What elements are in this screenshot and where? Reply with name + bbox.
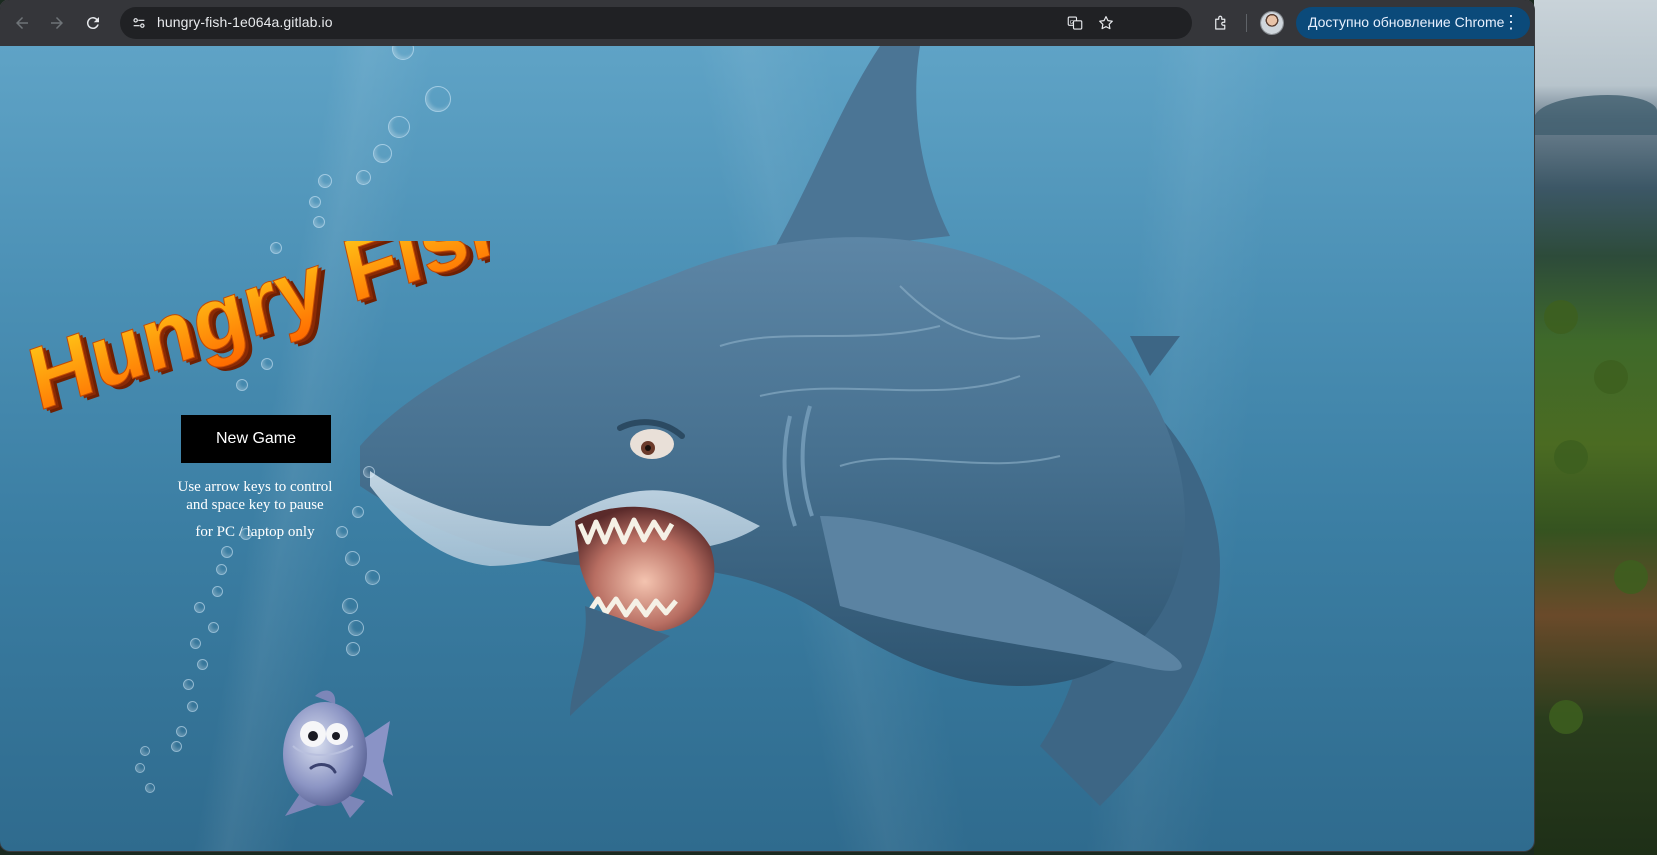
bubble bbox=[135, 763, 145, 773]
instruction-line: and space key to pause bbox=[186, 497, 324, 513]
address-bar[interactable]: hungry-fish-1e064a.gitlab.io G bbox=[120, 7, 1192, 39]
svg-text:G: G bbox=[1070, 20, 1074, 26]
bubble bbox=[342, 598, 358, 614]
bubble bbox=[212, 586, 223, 597]
chrome-update-button[interactable]: Доступно обновление Chrome ⋮ bbox=[1296, 7, 1530, 39]
profile-avatar[interactable] bbox=[1261, 12, 1283, 34]
bubble bbox=[216, 564, 227, 575]
reload-icon[interactable] bbox=[79, 9, 107, 37]
bubble bbox=[365, 570, 380, 585]
bubble bbox=[356, 170, 371, 185]
instructions: Use arrow keys to control and space key … bbox=[155, 478, 355, 541]
game-title: Hungry Fish bbox=[20, 241, 490, 430]
bubble bbox=[183, 679, 194, 690]
wallpaper-tree bbox=[1544, 300, 1578, 334]
bubble bbox=[425, 86, 451, 112]
wallpaper-tree bbox=[1554, 440, 1588, 474]
bubble bbox=[388, 116, 410, 138]
back-arrow-icon[interactable] bbox=[8, 9, 36, 37]
wallpaper-tree bbox=[1594, 360, 1628, 394]
bubble bbox=[171, 741, 182, 752]
bubble bbox=[313, 216, 325, 228]
platform-note: for PC / laptop only bbox=[195, 524, 315, 540]
bubble bbox=[190, 638, 201, 649]
wallpaper-tree bbox=[1614, 560, 1648, 594]
game-viewport[interactable]: Hungry Fish Hungry Fish Hungry Fish New … bbox=[0, 46, 1534, 851]
wallpaper-tree bbox=[1549, 700, 1583, 734]
site-settings-icon[interactable] bbox=[128, 12, 150, 34]
update-label: Доступно обновление Chrome bbox=[1308, 14, 1505, 30]
url-text[interactable]: hungry-fish-1e064a.gitlab.io bbox=[157, 14, 333, 30]
forward-arrow-icon[interactable] bbox=[43, 9, 71, 37]
bubble bbox=[348, 620, 364, 636]
bubble bbox=[197, 659, 208, 670]
bubble bbox=[346, 642, 360, 656]
bubble bbox=[345, 551, 360, 566]
bubble bbox=[309, 196, 321, 208]
bubble bbox=[140, 746, 150, 756]
desktop-wallpaper bbox=[1534, 0, 1657, 855]
browser-window: hungry-fish-1e064a.gitlab.io G Доступно … bbox=[0, 0, 1534, 851]
bubble bbox=[363, 466, 375, 478]
bubble bbox=[145, 783, 155, 793]
extensions-icon[interactable] bbox=[1209, 11, 1233, 35]
bubble bbox=[221, 546, 233, 558]
bubble bbox=[187, 701, 198, 712]
bubble bbox=[373, 144, 392, 163]
instruction-line: Use arrow keys to control bbox=[177, 479, 333, 495]
bubble bbox=[176, 726, 187, 737]
bubble bbox=[194, 602, 205, 613]
toolbar-divider bbox=[1246, 14, 1247, 32]
wallpaper-hill bbox=[1534, 95, 1657, 135]
player-fish bbox=[283, 690, 393, 818]
browser-toolbar: hungry-fish-1e064a.gitlab.io G Доступно … bbox=[0, 0, 1534, 46]
bubble bbox=[208, 622, 219, 633]
shark-illustration bbox=[340, 46, 1360, 851]
new-game-button[interactable]: New Game bbox=[181, 415, 331, 463]
bookmark-star-icon[interactable] bbox=[1095, 12, 1117, 34]
more-vert-icon[interactable]: ⋮ bbox=[1502, 11, 1520, 33]
bubble bbox=[318, 174, 332, 188]
translate-icon[interactable]: G bbox=[1064, 12, 1086, 34]
